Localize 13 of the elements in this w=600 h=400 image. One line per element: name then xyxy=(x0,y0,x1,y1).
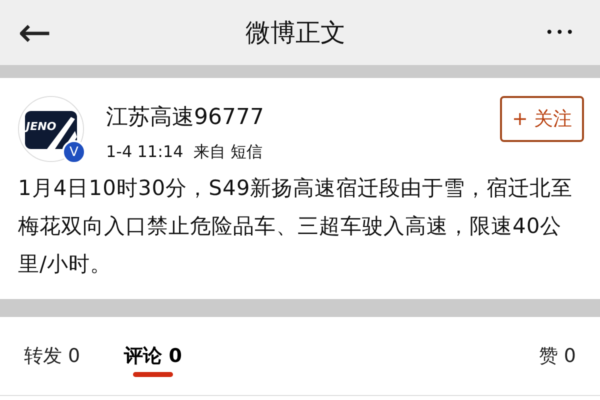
tab[interactable]: 评论 0 xyxy=(122,339,184,377)
verified-badge: V xyxy=(62,140,86,164)
post-source: 来自 短信 xyxy=(193,142,262,163)
tab[interactable]: 赞 0 xyxy=(536,339,578,377)
post-time: 1-4 11:14 xyxy=(106,142,184,163)
more-button[interactable]: ••• xyxy=(539,24,582,42)
follow-button[interactable]: + 关注 xyxy=(500,96,584,142)
author-name[interactable]: 江苏高速96777 xyxy=(106,102,500,132)
logo-text: JENO xyxy=(26,120,56,133)
post-text: 1月4日10时30分，S49新扬高速宿迁段由于雪，宿迁北至梅花双向入口禁止危险品车、三超车驶入高速，限速40公里/小时。 xyxy=(18,175,574,278)
tab[interactable]: 转发 0 xyxy=(22,339,82,377)
page-title: 微博正文 xyxy=(245,17,346,49)
back-button[interactable]: ← xyxy=(18,12,52,52)
